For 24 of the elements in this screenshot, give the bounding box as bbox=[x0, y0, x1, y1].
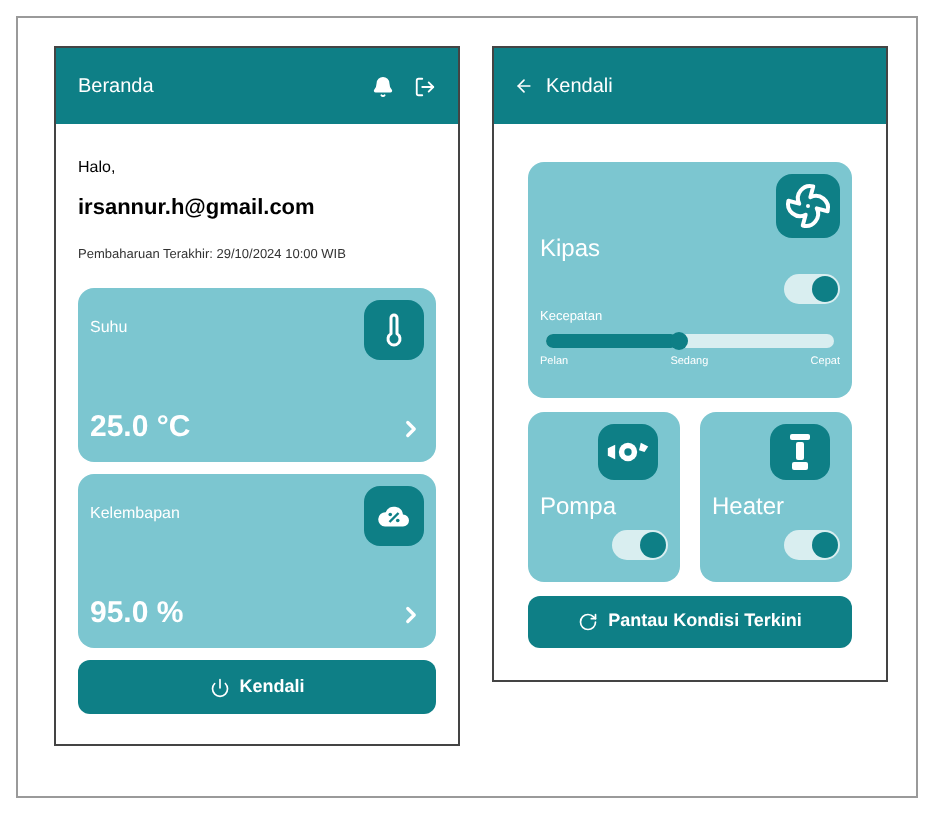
screen-title: Kendali bbox=[546, 73, 613, 101]
user-email: irsannur.h@gmail.com bbox=[78, 194, 317, 224]
power-icon bbox=[209, 677, 230, 698]
monitor-button[interactable]: Pantau Kondisi Terkini bbox=[528, 596, 852, 648]
logout-icon[interactable] bbox=[414, 75, 436, 97]
greeting: Halo, bbox=[78, 156, 118, 180]
sensor-label: Suhu bbox=[90, 316, 128, 341]
back-arrow-icon[interactable] bbox=[514, 76, 534, 96]
sensor-value: 95.0 % bbox=[90, 593, 184, 634]
heater-icon bbox=[786, 432, 814, 472]
bell-icon[interactable] bbox=[372, 75, 394, 97]
device-name: Kipas bbox=[540, 232, 603, 266]
toggle-switch[interactable] bbox=[784, 274, 840, 304]
speed-slider[interactable] bbox=[546, 333, 834, 348]
refresh-icon bbox=[578, 612, 599, 632]
sensor-label: Kelembapan bbox=[90, 502, 180, 527]
toggle-switch[interactable] bbox=[612, 530, 668, 560]
sensor-value: 25.0 °C bbox=[90, 407, 191, 448]
cloud-percent-icon bbox=[376, 502, 412, 531]
control-button[interactable]: Kendali bbox=[78, 660, 436, 715]
screen-title: Beranda bbox=[78, 73, 156, 101]
toggle-switch[interactable] bbox=[784, 530, 840, 560]
device-name: Pompa bbox=[540, 490, 619, 524]
device-name: Heater bbox=[712, 490, 787, 524]
